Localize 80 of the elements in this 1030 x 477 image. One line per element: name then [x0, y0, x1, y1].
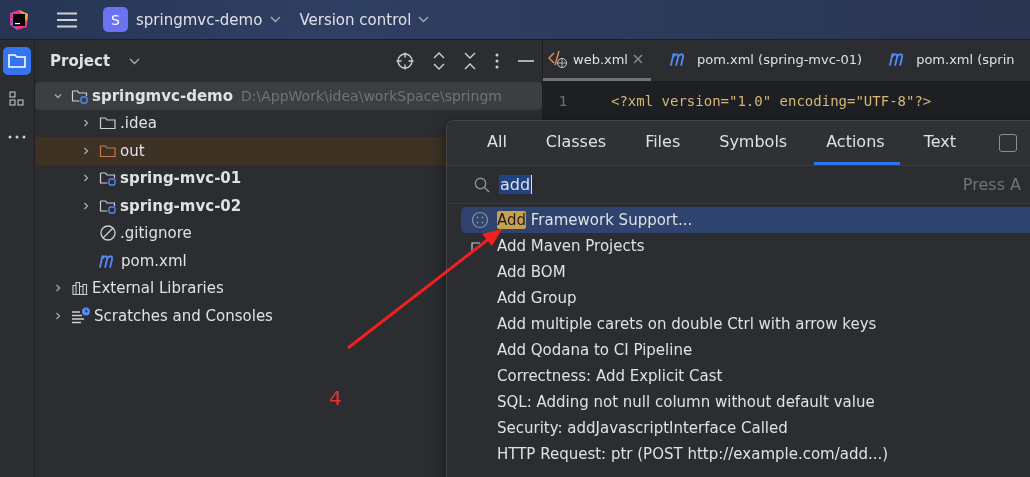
search-tab[interactable]: Actions	[814, 121, 900, 165]
action-icon	[471, 211, 489, 229]
result-label: Add multiple carets on double Ctrl with arrow keys	[497, 315, 877, 333]
app-logo-icon[interactable]	[9, 9, 29, 30]
result-label: Add Maven Projects	[497, 237, 645, 255]
result-label: Add Group	[497, 289, 577, 307]
module-folder-icon	[99, 170, 117, 187]
result-label: Add Qodana to CI Pipeline	[497, 341, 693, 359]
collapse-chevron-icon[interactable]	[81, 118, 91, 129]
selected-result-item[interactable]: Add Framework Support...	[461, 207, 1030, 233]
folder-icon	[7, 52, 27, 70]
tree-item-label: springmvc-demo	[92, 86, 233, 105]
code-line: <?xml version="1.0" encoding="UTF-8"?>	[610, 93, 932, 109]
search-tab[interactable]: Files	[633, 121, 696, 165]
folder-icon	[99, 115, 117, 132]
module-folder-icon	[71, 87, 89, 104]
result-label: Add BOM	[497, 263, 566, 281]
result-label: Add Framework Support...	[497, 211, 693, 229]
result-item[interactable]: HTTP Request: ptr (POST http://example.com/add...)	[461, 441, 1030, 467]
ignore-icon	[99, 224, 117, 243]
search-tab[interactable]: Text	[911, 121, 971, 165]
result-item[interactable]: Add Maven Projects	[461, 233, 1030, 259]
dropdown-chevron-icon[interactable]	[129, 57, 141, 65]
editor-tab[interactable]: pom.xml (spring-mvc-01)	[665, 40, 871, 81]
minimize-icon[interactable]	[518, 59, 534, 63]
project-selector[interactable]: S springmvc-demo	[103, 7, 282, 32]
editor-tab[interactable]: web.xml	[543, 40, 651, 81]
result-item[interactable]: Add Qodana to CI Pipeline	[461, 337, 1030, 363]
tree-item-label: .gitignore	[120, 224, 192, 243]
tree-item-label: External Libraries	[92, 279, 224, 298]
result-label: Correctness: Add Explicit Cast	[497, 367, 723, 385]
result-item[interactable]: Add BOM	[461, 259, 1030, 285]
more-options-icon[interactable]	[495, 53, 499, 69]
result-item[interactable]: Security: addJavascriptInterface Called	[461, 415, 1030, 441]
dropdown-chevron-icon[interactable]	[270, 16, 282, 23]
corner-icon	[471, 241, 481, 251]
result-item[interactable]: SQL: Adding not null column without default value	[461, 389, 1030, 415]
collapse-chevron-icon[interactable]	[53, 283, 63, 294]
project-path: D:\AppWork\idea\workSpace\springm	[241, 87, 502, 104]
search-hint: Press A	[962, 175, 1021, 194]
collapse-all-icon[interactable]	[464, 52, 476, 70]
dropdown-chevron-icon[interactable]	[418, 16, 430, 23]
result-item[interactable]: Add Group	[461, 285, 1030, 311]
folder-icon	[99, 142, 117, 159]
search-field[interactable]: add	[499, 175, 533, 194]
search-icon	[474, 176, 490, 193]
result-label: SQL: Adding not null column without default value	[497, 393, 875, 411]
version-control-menu[interactable]: Version control	[299, 10, 430, 29]
module-folder-icon	[99, 197, 117, 214]
tree-item-label: .idea	[120, 114, 157, 133]
panel-title-dropdown[interactable]: Project	[50, 52, 141, 70]
selected-tree-row[interactable]: springmvc-demo D:\AppWork\idea\workSpace\springm	[35, 82, 542, 110]
line-number: 1	[557, 93, 569, 109]
result-label: Security: addJavascriptInterface Called	[497, 419, 788, 437]
result-item[interactable]: Add multiple carets on double Ctrl with arrow keys	[461, 311, 1030, 337]
xml-file-icon	[548, 50, 568, 68]
checkbox[interactable]	[999, 134, 1017, 152]
collapse-chevron-icon[interactable]	[81, 200, 91, 211]
collapse-chevron-icon[interactable]	[81, 173, 91, 184]
collapse-chevron-icon[interactable]	[53, 310, 63, 321]
structure-icon	[9, 91, 25, 107]
tree-item-label: spring-mvc-02	[120, 196, 242, 215]
locate-icon[interactable]	[396, 52, 414, 70]
search-tab[interactable]: Symbols	[707, 121, 803, 165]
tool-window-button[interactable]	[3, 47, 31, 75]
tree-item-label: spring-mvc-01	[120, 169, 242, 188]
tree-item-label: pom.xml	[121, 251, 187, 270]
annotation-number: 4	[329, 386, 342, 410]
tree-item-label: out	[120, 141, 145, 160]
collapse-chevron-icon[interactable]	[81, 145, 91, 156]
result-item[interactable]: Correctness: Add Explicit Cast	[461, 363, 1030, 389]
menu-icon[interactable]	[57, 11, 77, 28]
scratches-icon	[71, 306, 91, 325]
more-icon	[8, 135, 26, 139]
tree-item-label: Scratches and Consoles	[94, 306, 273, 325]
expand-all-icon[interactable]	[433, 52, 445, 70]
result-label: HTTP Request: ptr (POST http://example.com/add...)	[497, 445, 889, 463]
libraries-icon	[71, 280, 89, 297]
editor-tab[interactable]: pom.xml (sprin	[884, 40, 1023, 81]
close-icon[interactable]	[633, 54, 643, 64]
